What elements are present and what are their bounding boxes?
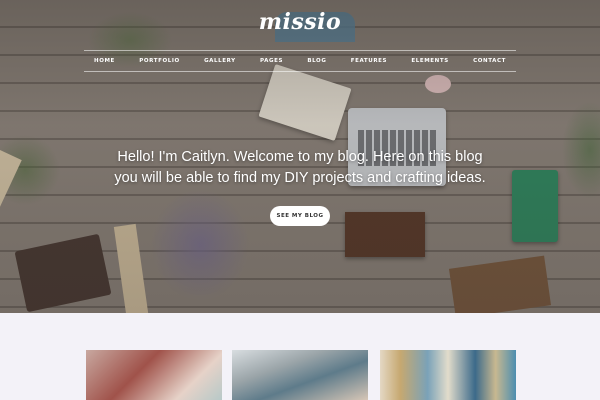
nav-item-pages[interactable]: PAGES xyxy=(260,58,283,64)
nav-item-gallery[interactable]: GALLERY xyxy=(204,58,236,64)
nav-item-home[interactable]: HOME xyxy=(94,58,115,64)
nav-item-elements[interactable]: ELEMENTS xyxy=(411,58,448,64)
blog-card-image[interactable] xyxy=(86,350,222,400)
hero-headline: Hello! I'm Caitlyn. Welcome to my blog. … xyxy=(0,147,600,189)
hero-headline-line1: Hello! I'm Caitlyn. Welcome to my blog. … xyxy=(117,149,483,165)
blog-card-image[interactable] xyxy=(380,350,516,400)
site-logo[interactable]: missio xyxy=(0,9,600,35)
nav-item-blog[interactable]: BLOG xyxy=(307,58,326,64)
nav-item-contact[interactable]: CONTACT xyxy=(473,58,506,64)
nav-item-features[interactable]: FEATURES xyxy=(351,58,387,64)
hero-section: missio HOME PORTFOLIO GALLERY PAGES BLOG… xyxy=(0,0,600,313)
blog-cards xyxy=(0,350,600,400)
nav-item-portfolio[interactable]: PORTFOLIO xyxy=(139,58,180,64)
hero-headline-line2: you will be able to find my DIY projects… xyxy=(114,170,486,186)
blog-card-image[interactable] xyxy=(232,350,368,400)
main-nav: HOME PORTFOLIO GALLERY PAGES BLOG FEATUR… xyxy=(84,50,516,72)
see-my-blog-button[interactable]: SEE MY BLOG xyxy=(270,206,330,226)
